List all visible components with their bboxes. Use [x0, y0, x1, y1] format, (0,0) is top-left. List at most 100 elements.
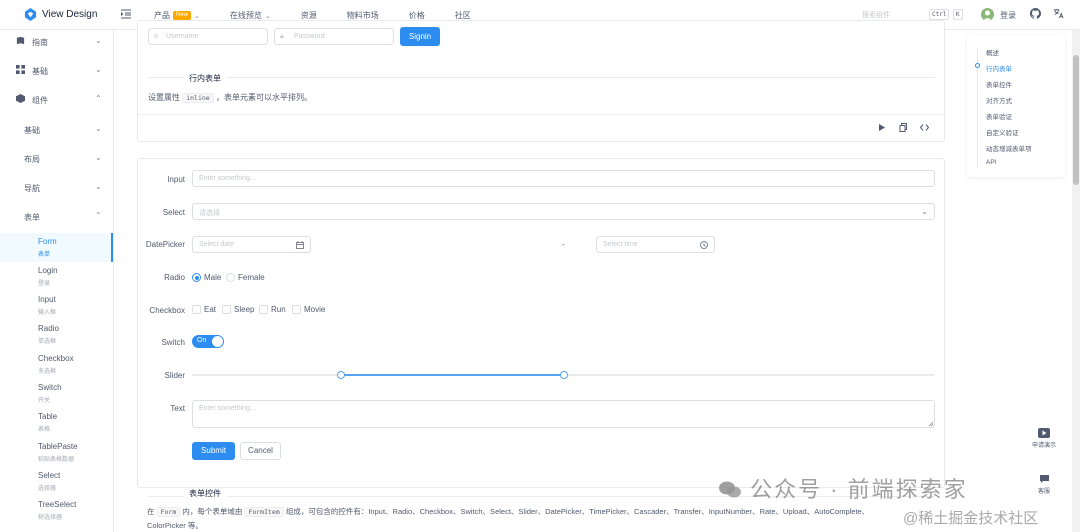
textarea-input[interactable]: Enter something... — [192, 400, 935, 428]
sidebar-item-treeselect[interactable]: TreeSelect 树选择器 — [0, 496, 113, 525]
sidebar-group-guide[interactable]: 指南 ⌄ — [0, 30, 113, 52]
resize-handle-icon[interactable] — [928, 421, 933, 426]
radio-male[interactable]: Male — [192, 273, 221, 282]
sidebar-group-basic[interactable]: 基础 ⌄ — [0, 59, 113, 81]
page-scrollbar[interactable] — [1072, 30, 1080, 532]
time-picker-input[interactable]: Select time — [596, 236, 715, 253]
sidebar-item-tablepaste[interactable]: TablePaste 粘贴表格数据 — [0, 438, 113, 467]
anchor-item-api[interactable]: API — [986, 159, 996, 166]
chevron-up-icon: ⌃ — [95, 211, 102, 220]
checkbox-run[interactable]: Run — [259, 305, 286, 314]
checkbox-indicator — [222, 305, 231, 314]
checkbox-indicator — [292, 305, 301, 314]
anchor-item-custom-validate[interactable]: 自定义验证 — [986, 127, 1019, 137]
sidebar-item-select[interactable]: Select 选择器 — [0, 467, 113, 496]
checkbox-indicator — [192, 305, 201, 314]
checkbox-movie[interactable]: Movie — [292, 305, 325, 314]
checkbox-eat[interactable]: Eat — [192, 305, 216, 314]
submit-button[interactable]: Submit — [192, 442, 235, 460]
sidebar-item-input[interactable]: Input 输入框 — [0, 291, 113, 320]
code-icon[interactable] — [920, 123, 929, 132]
grid-icon — [16, 65, 25, 74]
select-dropdown[interactable]: 请选择 ⌄ — [192, 203, 935, 220]
radio-indicator — [192, 273, 201, 282]
menu-fold-icon[interactable] — [121, 9, 131, 19]
sidebar-item-label: Switch — [38, 383, 62, 392]
section-divider — [148, 77, 935, 78]
anchor-item-align[interactable]: 对齐方式 — [986, 95, 1012, 105]
checkbox-sleep[interactable]: Sleep — [222, 305, 254, 314]
checkbox-option-label: Run — [271, 305, 286, 314]
range-separator: - — [562, 240, 565, 249]
translate-icon[interactable] — [1053, 8, 1064, 19]
chevron-down-icon: ⌄ — [264, 12, 271, 20]
chevron-down-icon: ⌄ — [95, 65, 102, 74]
new-badge: New — [173, 11, 192, 20]
anchor-item-dynamic[interactable]: 动态增减表单项 — [986, 143, 1032, 153]
input-label: Input — [167, 175, 185, 184]
watermark-text: 公众号 · 前端探索家 — [750, 477, 968, 502]
chevron-down-icon: ⌄ — [95, 124, 102, 133]
radio-option-label: Male — [204, 273, 222, 282]
password-input[interactable]: 🔒︎ Password — [274, 28, 394, 45]
sidebar-item-label: Table — [38, 412, 58, 421]
lock-icon: 🔒︎ — [280, 33, 284, 40]
kbd-ctrl: Ctrl — [929, 9, 950, 20]
chevron-down-icon: ⌄ — [95, 36, 102, 45]
sidebar-subgroup-label: 基础 — [24, 126, 40, 135]
checkbox-option-label: Eat — [204, 305, 217, 314]
avatar[interactable] — [981, 8, 994, 21]
date-picker-input[interactable]: Select date — [192, 236, 311, 253]
anchor-item-inline[interactable]: 行内表单 — [986, 63, 1012, 73]
desc-text: 在 — [147, 507, 155, 516]
sidebar-item-label: TablePaste — [38, 442, 78, 451]
github-icon[interactable] — [1030, 8, 1041, 19]
request-demo-button[interactable]: 申请演示 — [1025, 428, 1063, 449]
sidebar-item-radio[interactable]: Radio 单选框 — [0, 320, 113, 349]
anchor-nav: 概述 行内表单 表单控件 对齐方式 表单验证 自定义验证 动态增减表单项 API — [967, 35, 1065, 177]
scrollbar-thumb[interactable] — [1073, 55, 1079, 185]
sidebar-subgroup-nav[interactable]: 导航 ⌄ — [0, 176, 113, 198]
cancel-button[interactable]: Cancel — [240, 442, 281, 460]
sidebar-item-form[interactable]: Form 表单 — [0, 233, 113, 262]
select-placeholder: 请选择 — [199, 210, 220, 217]
time-placeholder: Select time — [603, 241, 638, 248]
login-link[interactable]: 登录 — [1000, 10, 1016, 21]
controls-section-desc: 在 Form 内，每个表单域由 FormItem 组成，可包含的控件有：Inpu… — [147, 505, 907, 532]
sidebar-subgroup-form[interactable]: 表单 ⌃ — [0, 205, 113, 227]
sidebar-item-sublabel: 表单 — [38, 252, 51, 258]
sidebar-subgroup-basic[interactable]: 基础 ⌄ — [0, 118, 113, 140]
search-input[interactable]: 搜索组件 — [862, 10, 890, 20]
view-design-logo-icon — [24, 8, 37, 21]
sidebar-subgroup-label: 表单 — [24, 213, 40, 222]
anchor-item-validate[interactable]: 表单验证 — [986, 111, 1012, 121]
slider-handle-start[interactable] — [336, 371, 345, 379]
username-placeholder: Username — [166, 33, 199, 40]
logo[interactable]: View Design — [24, 8, 97, 21]
desc-text: ，表单元素可以水平排列。 — [215, 93, 312, 102]
radio-female[interactable]: Female — [226, 273, 265, 282]
customer-service-button[interactable]: 客服 — [1025, 474, 1063, 495]
anchor-item-overview[interactable]: 概述 — [986, 47, 999, 57]
sidebar-item-label: Input — [38, 295, 56, 304]
switch-toggle[interactable]: On — [192, 335, 224, 348]
chevron-down-icon: ⌄ — [921, 207, 928, 216]
sidebar-item-checkbox[interactable]: Checkbox 多选框 — [0, 350, 113, 379]
slider-handle-end[interactable] — [559, 371, 568, 379]
sidebar-item-table[interactable]: Table 表格 — [0, 408, 113, 437]
switch-text: On — [197, 337, 207, 344]
card-footer-divider — [138, 114, 944, 115]
chevron-up-icon: ⌃ — [95, 94, 102, 103]
signin-button[interactable]: Signin — [400, 27, 440, 46]
username-input[interactable]: ⍝ Username — [148, 28, 268, 45]
anchor-item-controls[interactable]: 表单控件 — [986, 79, 1012, 89]
chat-bubble-icon — [1039, 475, 1049, 483]
sidebar-group-components[interactable]: 组件 ⌃ — [0, 88, 113, 110]
sidebar-subgroup-layout[interactable]: 布局 ⌄ — [0, 147, 113, 169]
run-play-icon[interactable] — [877, 123, 886, 132]
sidebar-item-label: TreeSelect — [38, 500, 77, 509]
copy-icon[interactable] — [899, 123, 908, 132]
sidebar-item-login[interactable]: Login 登录 — [0, 262, 113, 291]
sidebar-item-switch[interactable]: Switch 开关 — [0, 379, 113, 408]
text-input[interactable]: Enter something... — [192, 170, 935, 187]
